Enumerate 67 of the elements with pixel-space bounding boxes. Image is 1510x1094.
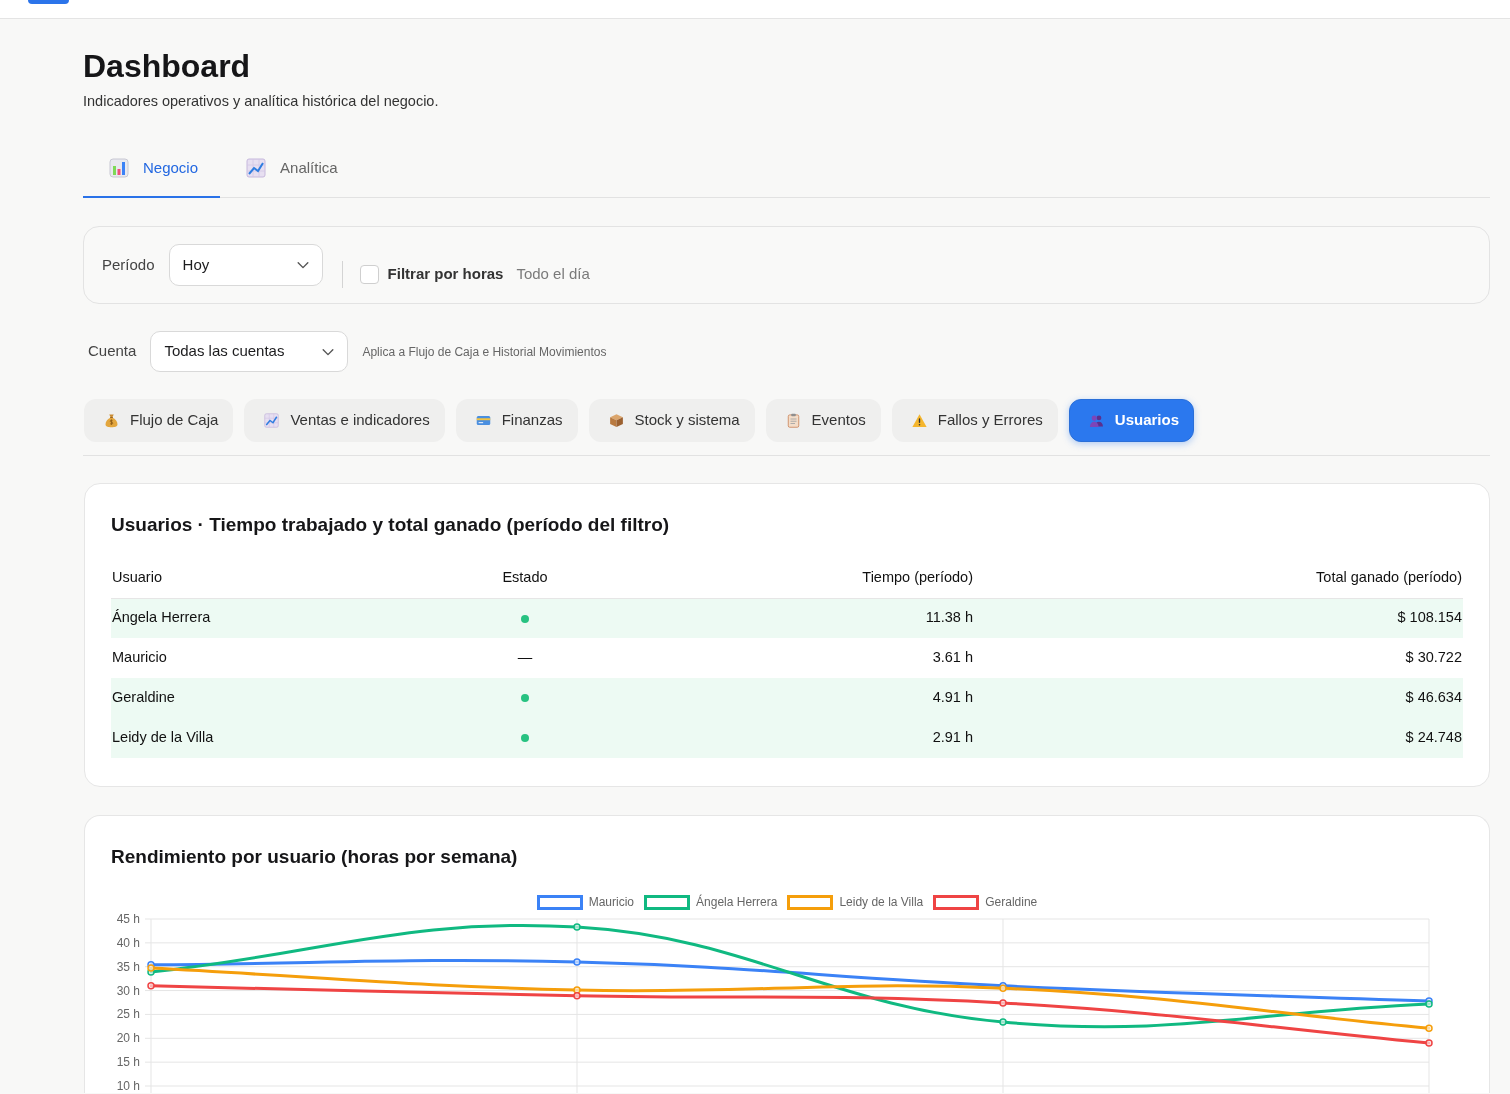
data-point <box>147 982 155 990</box>
table-cell: 11.38 h <box>610 598 974 638</box>
tab[interactable]: Analítica <box>220 140 360 198</box>
checkbox-label: Filtrar por horas <box>387 264 504 285</box>
column-header: Total ganado (período) <box>974 558 1463 598</box>
data-point <box>1425 1039 1433 1047</box>
column-header: Estado <box>440 558 610 598</box>
column-header: Tiempo (período) <box>610 558 974 598</box>
legend-label: Geraldine <box>985 895 1038 909</box>
table-cell: 3.61 h <box>610 638 974 678</box>
table-cell: — <box>440 638 610 678</box>
axis-label: 25 h <box>116 1007 140 1022</box>
section-tab[interactable]: Usuarios <box>1068 399 1194 442</box>
line-chart-icon <box>264 413 280 428</box>
section-tab[interactable]: Flujo de Caja <box>84 399 234 442</box>
users-icon <box>1088 413 1104 428</box>
axis-label: 10 h <box>116 1079 140 1093</box>
card-title: Usuarios · Tiempo trabajado y total ganado (período del filtro) <box>111 513 671 537</box>
hint-text: Aplica a Flujo de Caja e Historial Movimientos <box>362 343 607 361</box>
legend-label: Ángela Herrera <box>696 895 778 909</box>
warning-icon <box>911 413 927 428</box>
axis-label: 45 h <box>116 912 140 926</box>
table-cell: $ 108.154 <box>974 598 1463 638</box>
axis-label: 30 h <box>116 983 140 998</box>
card-title: Rendimiento por usuario (horas por semana) <box>111 845 519 869</box>
table-cell: 4.91 h <box>610 678 974 718</box>
table-cell: Ángela Herrera <box>111 598 440 638</box>
bar-chart-icon <box>109 158 129 178</box>
legend-label: Leidy de la Villa <box>839 895 924 909</box>
data-point <box>573 923 581 931</box>
logo-icon <box>28 0 69 4</box>
time-range-text: Todo el día <box>516 264 590 285</box>
table-cell: Mauricio <box>111 638 440 678</box>
section-tab[interactable]: Fallos y Errores <box>891 399 1058 442</box>
tab[interactable]: Negocio <box>83 140 221 198</box>
clipboard-icon <box>785 413 801 428</box>
checkbox[interactable] <box>359 265 379 284</box>
table-cell: Geraldine <box>111 678 440 718</box>
legend-label: Mauricio <box>588 895 635 909</box>
axis-label: 35 h <box>116 959 140 974</box>
axis-label: 40 h <box>116 935 140 950</box>
table-cell: $ 46.634 <box>974 678 1463 718</box>
data-point <box>1425 1024 1433 1033</box>
money-bag-icon <box>104 413 119 428</box>
line-chart-icon <box>246 158 267 178</box>
account-dropdown[interactable]: Todas las cuentas <box>150 331 349 372</box>
data-point <box>573 958 581 966</box>
period-dropdown[interactable]: Hoy <box>168 244 323 286</box>
table-cell: $ 24.748 <box>974 718 1463 758</box>
table-cell: $ 30.722 <box>974 638 1463 678</box>
axis-label: 20 h <box>116 1031 140 1046</box>
data-point <box>999 999 1007 1007</box>
axis-label: 15 h <box>116 1055 140 1070</box>
section-tab[interactable]: Ventas e indicadores <box>244 399 445 442</box>
table-cell: 2.91 h <box>610 718 974 758</box>
page-title: Dashboard <box>83 47 252 85</box>
section-tab[interactable]: Eventos <box>765 399 881 442</box>
data-point <box>999 1018 1007 1026</box>
account-label: Cuenta <box>88 341 137 362</box>
section-tab[interactable]: Stock y sistema <box>588 399 755 442</box>
package-icon <box>608 413 624 428</box>
section-tab[interactable]: Finanzas <box>455 399 578 442</box>
period-label: Período <box>102 254 155 275</box>
page-subtitle: Indicadores operativos y analítica histórica del negocio. <box>83 92 440 111</box>
credit-card-icon <box>475 413 491 428</box>
table-cell: Leidy de la Villa <box>111 718 440 758</box>
column-header: Usuario <box>111 558 440 598</box>
